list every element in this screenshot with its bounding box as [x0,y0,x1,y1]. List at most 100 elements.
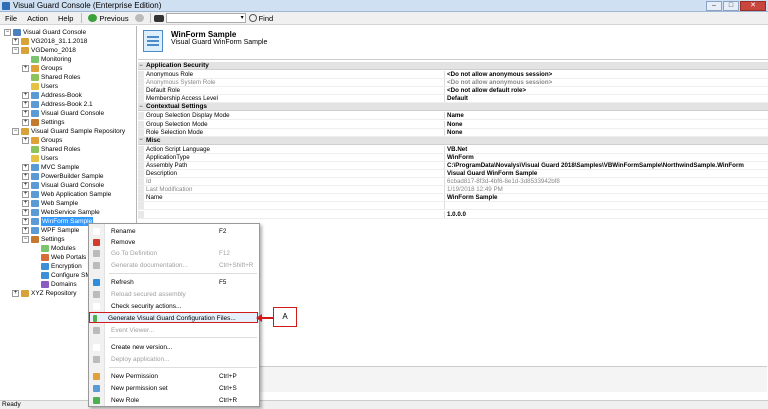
tree-item[interactable]: + PowerBuilder Sample [22,172,104,181]
property-value[interactable] [445,202,768,209]
context-menu-item[interactable]: New Role Ctrl+R [89,395,259,405]
tree-item[interactable]: + Visual Guard Console [22,181,104,190]
expand-icon[interactable]: + [22,218,29,225]
property-row[interactable] [138,202,768,211]
context-menu-item[interactable]: Check security actions... [89,301,259,311]
expand-icon[interactable]: + [22,137,29,144]
expand-icon[interactable]: + [22,200,29,207]
tree-item[interactable]: + Address-Book [22,91,82,100]
tree-item[interactable]: + WPF Sample [22,226,79,235]
tree-item[interactable]: Modules [32,244,76,253]
context-menu-item[interactable]: New Permission Ctrl+P [89,371,259,381]
tree-item[interactable]: Monitoring [22,55,71,64]
dropdown-arrow-icon[interactable]: ▾ [241,15,244,22]
property-value[interactable]: <Do not allow default role> [445,87,768,94]
context-menu-item[interactable]: Rename F2 [89,226,259,236]
expand-icon[interactable]: + [22,65,29,72]
property-row[interactable]: Anonymous Role <Do not allow anonymous se… [138,71,768,79]
property-row[interactable]: Id 6cbad817-8f3d-4bf6-8e1d-3d8533942bf8 [138,178,768,187]
property-value[interactable]: VB.Net [445,146,768,153]
property-row[interactable]: Role Selection Mode None [138,128,768,137]
property-row[interactable]: Last Modification 1/19/2018 12:49 PM [138,186,768,195]
tree-item[interactable]: − Visual Guard Console [4,28,86,37]
expand-icon[interactable]: + [22,101,29,108]
property-category[interactable]: − Misc [138,136,768,145]
tree-item[interactable]: Shared Roles [22,145,80,154]
property-category[interactable]: − Contextual Settings [138,103,768,112]
property-row[interactable]: Anonymous System Role <Do not allow anony… [138,79,768,88]
property-value[interactable]: Name [445,112,768,119]
menu-file[interactable]: File [0,12,22,25]
tree-item[interactable]: + Visual Guard Console [22,109,104,118]
tree-item[interactable]: + Groups [22,64,62,73]
expand-icon[interactable]: + [22,227,29,234]
property-row[interactable]: Action Script Language VB.Net [138,145,768,154]
property-row[interactable]: Group Selection Display Mode Name [138,112,768,121]
tree-item[interactable]: + Groups [22,136,62,145]
tree-item[interactable]: Users [22,154,58,163]
tree-item[interactable]: + MVC Sample [22,163,79,172]
tree-item[interactable]: − Settings [22,235,65,244]
expand-icon[interactable]: + [22,173,29,180]
expand-icon[interactable]: + [22,191,29,198]
expand-icon[interactable]: + [22,209,29,216]
property-value[interactable]: <Do not allow anonymous session> [445,79,768,86]
tree-item[interactable]: + Address-Book 2.1 [22,100,93,109]
tree-item[interactable]: Users [22,82,58,91]
property-value[interactable]: None [445,121,768,128]
tree-item[interactable]: + XYZ Repository [12,289,77,298]
property-row[interactable]: ApplicationType WinForm [138,153,768,162]
context-menu-item[interactable]: New permission set Ctrl+S [89,383,259,393]
expand-icon[interactable]: + [22,92,29,99]
property-value[interactable]: Visual Guard WinForm Sample [445,170,768,177]
property-row[interactable]: 1.0.0.0 [138,210,768,219]
tree-item[interactable]: Encryption [32,262,82,271]
find-button[interactable]: Find [246,14,277,23]
minimize-button[interactable]: – [706,1,722,11]
property-category[interactable]: − Application Security [138,62,768,70]
expand-icon[interactable]: + [12,38,19,45]
tree-item[interactable]: − VGDemo_2018 [12,46,76,55]
context-menu-item[interactable]: Remove [89,237,259,247]
tree-item[interactable]: + WinForm Sample [22,217,94,226]
tree-item[interactable]: Shared Roles [22,73,80,82]
tree-item[interactable]: + VG2018_31.1.2018 [12,37,87,46]
property-value[interactable]: None [445,129,768,136]
expand-icon[interactable]: + [22,182,29,189]
expand-icon[interactable]: + [22,119,29,126]
property-row[interactable]: Membership Access Level Default [138,95,768,104]
property-value[interactable]: WinForm Sample [445,194,768,201]
menu-action[interactable]: Action [22,12,53,25]
property-row[interactable]: Description Visual Guard WinForm Sample [138,170,768,178]
menu-help[interactable]: Help [53,12,78,25]
property-row[interactable]: Assembly Path C:\ProgramData\Novalys\Visu… [138,161,768,170]
tree-item[interactable]: + Web Application Sample [22,190,111,199]
collapse-icon[interactable]: − [22,236,29,243]
property-value[interactable]: WinForm [445,154,768,161]
property-value[interactable]: <Do not allow anonymous session> [445,71,768,78]
tree-item[interactable]: + Settings [22,118,65,127]
close-button[interactable]: ✕ [740,1,766,11]
expand-icon[interactable]: + [22,164,29,171]
property-value[interactable]: 1/19/2018 12:49 PM [445,186,768,193]
context-menu-item[interactable]: Create new version... [89,342,259,352]
tree-item[interactable]: − Visual Guard Sample Repository [12,127,125,136]
tree-item[interactable]: + WebService Sample [22,208,100,217]
tree-item[interactable]: + Web Sample [22,199,78,208]
collapse-icon[interactable]: − [12,47,19,54]
tree-item[interactable]: Domains [32,280,77,289]
tree-item[interactable]: Configure SM [32,271,91,280]
collapse-icon[interactable]: − [12,128,19,135]
property-row[interactable]: Default Role <Do not allow default role> [138,87,768,96]
previous-button[interactable]: Previous [85,14,131,23]
property-row[interactable]: Name WinForm Sample [138,194,768,203]
next-button[interactable] [132,14,147,22]
tree-item[interactable]: Web Portals [32,253,86,262]
maximize-button[interactable]: □ [723,1,739,11]
property-value[interactable]: 6cbad817-8f3d-4bf6-8e1d-3d8533942bf8 [445,178,768,185]
property-row[interactable]: Group Selection Mode None [138,120,768,129]
property-value[interactable]: C:\ProgramData\Novalys\Visual Guard 2018… [445,162,768,169]
find-input[interactable]: ▾ [165,13,246,23]
property-value[interactable]: 1.0.0.0 [445,211,768,218]
expand-icon[interactable]: + [12,290,19,297]
